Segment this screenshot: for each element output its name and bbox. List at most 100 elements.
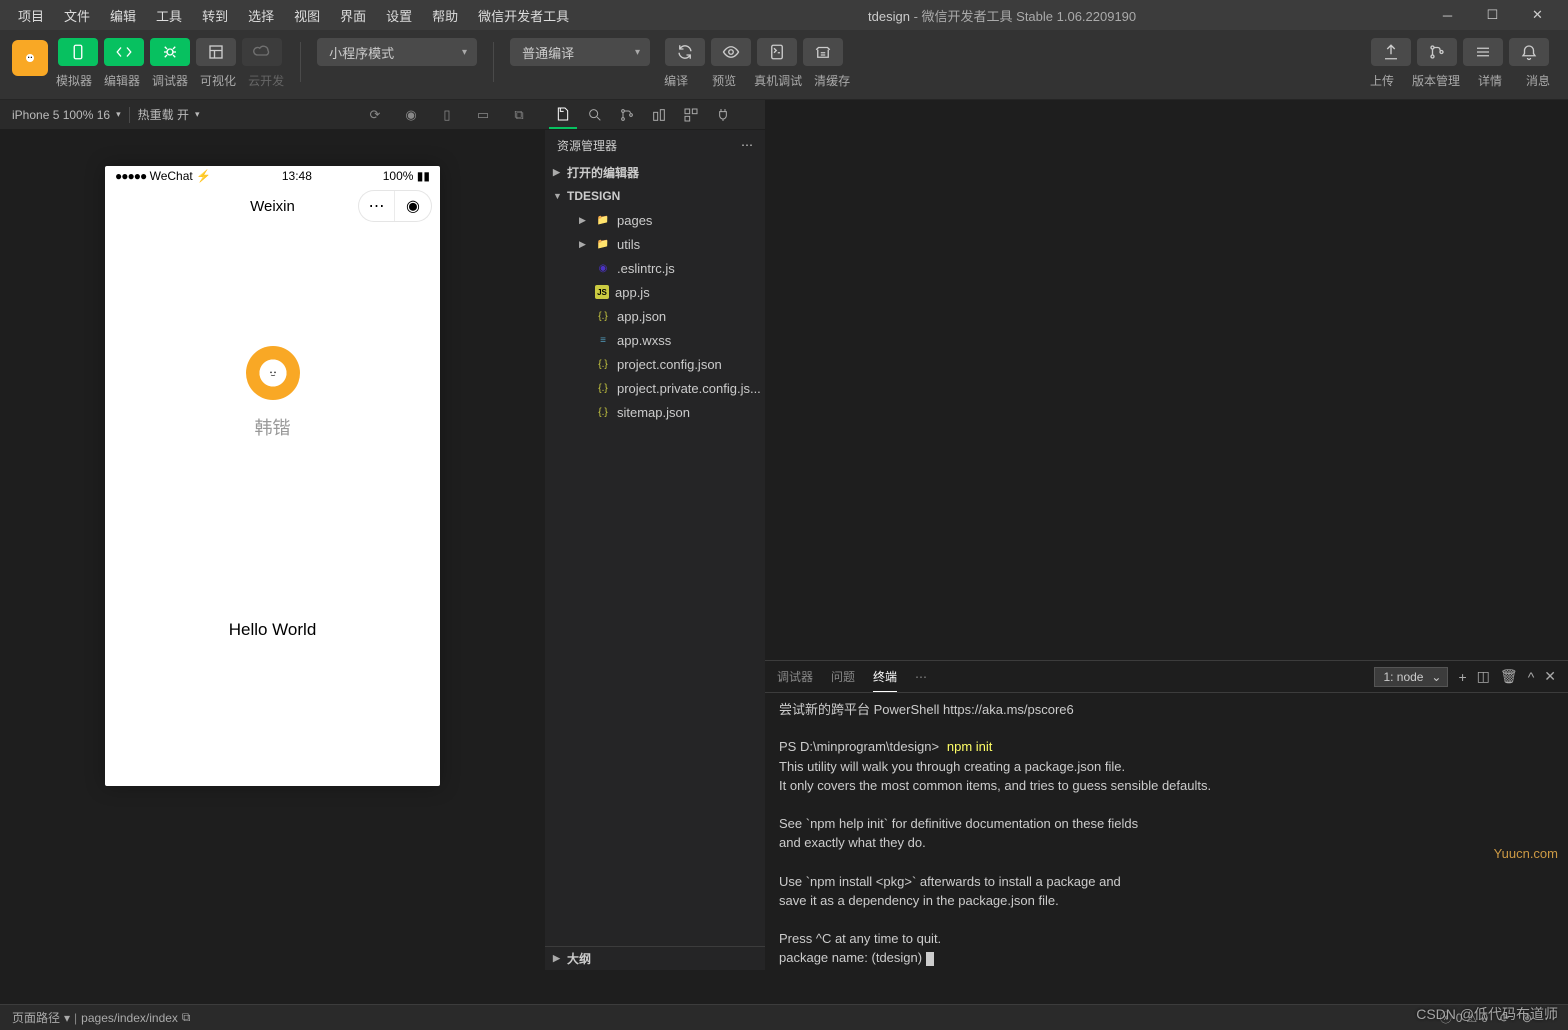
phone-navbar: Weixin ⋯ ◉ [105,186,440,226]
device-select[interactable]: iPhone 5 100% 16 [12,108,121,122]
hello-text: Hello World [229,620,317,640]
explorer-header: 资源管理器 ⋯ [545,130,765,160]
menu-视图[interactable]: 视图 [284,2,330,29]
device-bar: iPhone 5 100% 16 热重载 开 ⟳ ◉ ▯ ▭ ⧉ [0,100,545,130]
visualize-button[interactable] [196,38,236,66]
editor-panel: 调试器 问题 终端 ⋯ 1: node + ◫ 🗑 ^ ✕ 尝试新的跨平台 Po… [765,100,1568,970]
tree-item-app.json[interactable]: {.}app.json [545,304,765,328]
menu-界面[interactable]: 界面 [330,2,376,29]
outline-section[interactable]: ▶大纲 [545,946,765,970]
refresh-icon[interactable]: ⟳ [361,103,389,127]
mobile-icon[interactable]: ▯ [433,103,461,127]
version-button[interactable] [1417,38,1457,66]
menu-文件[interactable]: 文件 [54,2,100,29]
avatar-icon[interactable] [246,346,300,400]
extensions-icon[interactable] [677,101,705,129]
editor-button[interactable] [104,38,144,66]
simulator-button[interactable] [58,38,98,66]
git-icon[interactable] [613,101,641,129]
hotreload-select[interactable]: 热重载 开 [138,106,200,123]
username-label: 韩锴 [255,414,291,440]
tab-terminal[interactable]: 终端 [873,662,897,692]
tree-item-app.js[interactable]: JSapp.js [545,280,765,304]
main-toolbar: 模拟器 编辑器 调试器 可视化 云开发 小程序模式 普通编译 编译 预览 真机调… [0,30,1568,100]
terminal-output[interactable]: 尝试新的跨平台 PowerShell https://aka.ms/pscore… [765,693,1568,970]
titlebar: 项目文件编辑工具转到选择视图界面设置帮助微信开发者工具 tdesign - 微信… [0,0,1568,30]
maximize-button[interactable]: ☐ [1470,0,1515,30]
preview-button[interactable] [711,38,751,66]
more-tabs-icon[interactable]: ⋯ [915,664,927,690]
explorer-panel: 资源管理器 ⋯ ▶打开的编辑器 ▼TDESIGN ▶📁pages▶📁utils◉… [545,100,765,970]
menu-工具[interactable]: 工具 [146,2,192,29]
terminal-panel: 调试器 问题 终端 ⋯ 1: node + ◫ 🗑 ^ ✕ 尝试新的跨平台 Po… [765,660,1568,970]
compile-select[interactable]: 普通编译 [510,38,650,66]
compile-button[interactable] [665,38,705,66]
realdevice-button[interactable] [757,38,797,66]
tablet-icon[interactable]: ▭ [469,103,497,127]
message-button[interactable] [1509,38,1549,66]
open-editors-section[interactable]: ▶打开的编辑器 [545,160,765,184]
page-path[interactable]: 页面路径▾ | pages/index/index ⧉ [12,1009,191,1026]
record-icon[interactable]: ◉ [397,103,425,127]
tree-item-project.private.config.js...[interactable]: {.}project.private.config.js... [545,376,765,400]
watermark-csdn: CSDN @低代码布道师 [1416,1004,1558,1024]
plugin-icon[interactable] [709,101,737,129]
window-controls: ─ ☐ ✕ [1425,0,1560,30]
editor-label: 编辑器 [104,72,140,89]
close-button[interactable]: ✕ [1515,0,1560,30]
menu-bar: 项目文件编辑工具转到选择视图界面设置帮助微信开发者工具 [8,2,579,29]
upload-button[interactable] [1371,38,1411,66]
menu-转到[interactable]: 转到 [192,2,238,29]
tree-item-sitemap.json[interactable]: {.}sitemap.json [545,400,765,424]
search-icon[interactable] [581,101,609,129]
menu-选择[interactable]: 选择 [238,2,284,29]
tree-item-.eslintrc.js[interactable]: ◉.eslintrc.js [545,256,765,280]
menu-微信开发者工具[interactable]: 微信开发者工具 [468,2,579,29]
file-tree: ▶📁pages▶📁utils◉.eslintrc.jsJSapp.js{.}ap… [545,208,765,946]
window-title: tdesign - 微信开发者工具 Stable 1.06.2209190 [579,6,1425,25]
capsule-menu-icon[interactable]: ⋯ [359,191,395,221]
menu-设置[interactable]: 设置 [376,2,422,29]
clearcache-button[interactable] [803,38,843,66]
project-section[interactable]: ▼TDESIGN [545,184,765,208]
tab-debugger[interactable]: 调试器 [777,662,813,691]
phone-statusbar: ●●●●● WeChat ⚡ 13:48 100% ▮▮ [105,166,440,186]
tree-item-project.config.json[interactable]: {.}project.config.json [545,352,765,376]
copy-icon: ⧉ [182,1010,191,1025]
tree-item-app.wxss[interactable]: ≡app.wxss [545,328,765,352]
menu-帮助[interactable]: 帮助 [422,2,468,29]
status-bar: 页面路径▾ | pages/index/index ⧉ ⓧ 0 ⚠ 0 ⟳ ⊚ … [0,1004,1568,1030]
debugger-button[interactable] [150,38,190,66]
menu-项目[interactable]: 项目 [8,2,54,29]
debugger-label: 调试器 [152,72,188,89]
minimize-button[interactable]: ─ [1425,0,1470,30]
wifi-icon: ⚡ [196,169,211,183]
terminal-tabs: 调试器 问题 终端 ⋯ 1: node + ◫ 🗑 ^ ✕ [765,661,1568,693]
tab-problems[interactable]: 问题 [831,662,855,691]
more-icon[interactable]: ⋯ [741,138,753,152]
tree-item-pages[interactable]: ▶📁pages [545,208,765,232]
trash-icon[interactable]: 🗑 [1500,668,1518,685]
menu-编辑[interactable]: 编辑 [100,2,146,29]
explorer-iconbar [545,100,765,130]
cloud-button[interactable] [242,38,282,66]
tree-item-utils[interactable]: ▶📁utils [545,232,765,256]
detail-button[interactable] [1463,38,1503,66]
app-logo [12,40,48,76]
visualize-label: 可视化 [200,72,236,89]
undock-icon[interactable]: ⧉ [505,103,533,127]
maximize-terminal-icon[interactable]: ^ [1528,669,1535,685]
editor-empty [765,100,1568,660]
new-terminal-icon[interactable]: + [1458,669,1466,685]
phone-title: Weixin [250,198,295,215]
watermark-yuucn: Yuucn.com [1494,846,1558,861]
simulator-panel: ●●●●● WeChat ⚡ 13:48 100% ▮▮ Weixin ⋯ ◉ … [0,130,545,786]
files-icon[interactable] [549,101,577,129]
cloud-label: 云开发 [248,72,284,89]
mode-select[interactable]: 小程序模式 [317,38,477,66]
capsule-close-icon[interactable]: ◉ [395,191,431,221]
close-terminal-icon[interactable]: ✕ [1544,668,1556,685]
split-terminal-icon[interactable]: ◫ [1477,668,1490,685]
debug-icon[interactable] [645,101,673,129]
terminal-select[interactable]: 1: node [1374,667,1448,687]
